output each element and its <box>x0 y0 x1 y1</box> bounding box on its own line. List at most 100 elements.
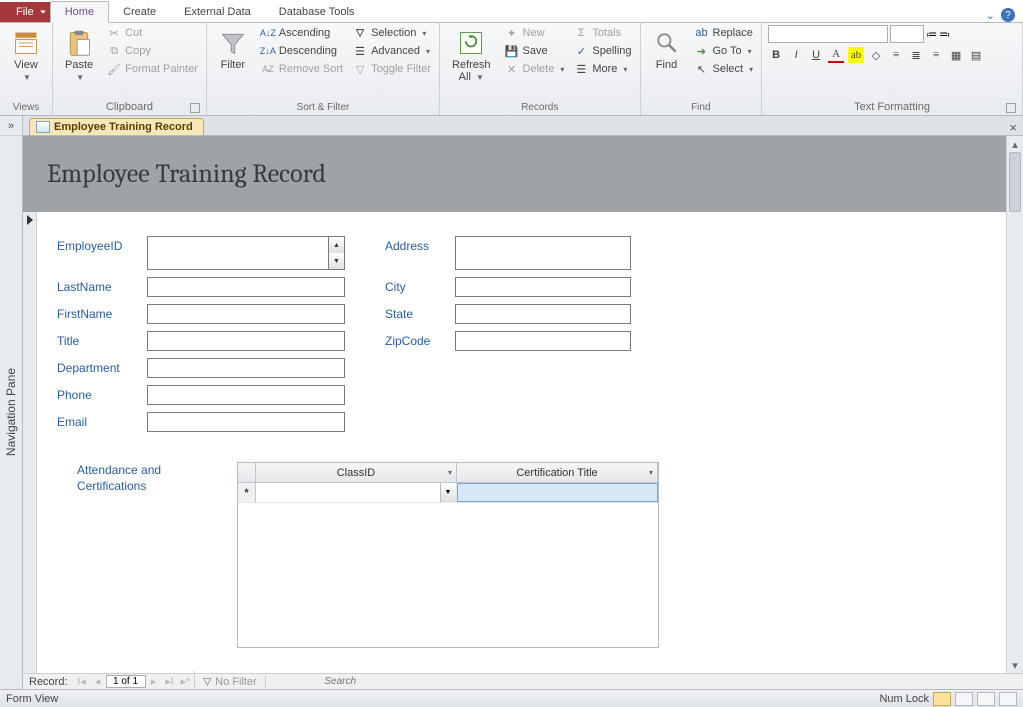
paste-button[interactable]: Paste▼ <box>59 25 99 88</box>
cut-button[interactable]: ✂Cut <box>105 25 200 41</box>
descending-button[interactable]: Z↓ADescending <box>259 43 345 59</box>
vertical-scrollbar[interactable]: ▴ ▾ <box>1006 136 1023 673</box>
zipcode-input[interactable] <box>455 331 631 351</box>
totals-button[interactable]: ΣTotals <box>572 25 633 41</box>
refresh-all-button[interactable]: Refresh All ▼ <box>446 25 497 88</box>
subform-col-classid[interactable]: ClassID▾ <box>256 463 457 482</box>
department-input[interactable] <box>147 358 345 378</box>
chevron-down-icon[interactable]: ▼ <box>440 483 456 502</box>
delete-record-button[interactable]: ✕Delete▾ <box>503 61 567 77</box>
align-left-button[interactable]: ≡ <box>888 47 904 63</box>
align-center-button[interactable]: ≣ <box>908 47 924 63</box>
remove-sort-button[interactable]: A̶ZRemove Sort <box>259 61 345 77</box>
remove-sort-icon: A̶Z <box>261 62 275 76</box>
view-icon <box>12 29 40 57</box>
state-input[interactable] <box>455 304 631 324</box>
select-button[interactable]: ↖Select▾ <box>693 61 756 77</box>
combo-down-icon[interactable]: ▼ <box>329 253 344 269</box>
italic-button[interactable]: I <box>788 47 804 63</box>
address-input[interactable] <box>455 236 631 270</box>
more-icon: ☰ <box>574 62 588 76</box>
bullets-icon[interactable]: ≔ <box>926 28 937 41</box>
refresh-icon <box>457 29 485 57</box>
toggle-filter-button[interactable]: ▽Toggle Filter <box>351 61 433 77</box>
combo-up-icon[interactable]: ▲ <box>329 237 344 253</box>
new-row-indicator[interactable]: * <box>238 483 256 502</box>
gridlines-button[interactable]: ▦ <box>948 47 964 63</box>
tab-file[interactable]: File <box>0 2 50 22</box>
alt-row-color-button[interactable]: ▤ <box>968 47 984 63</box>
bold-button[interactable]: B <box>768 47 784 63</box>
fill-color-button[interactable]: ◇ <box>868 47 884 63</box>
form-icon <box>36 121 50 133</box>
prev-record-button[interactable]: ◂ <box>90 675 106 688</box>
record-search-input[interactable] <box>265 675 415 689</box>
group-find: Find <box>647 100 756 115</box>
spelling-button[interactable]: ✓Spelling <box>572 43 633 59</box>
underline-button[interactable]: U <box>808 47 824 63</box>
help-icon[interactable]: ? <box>1001 8 1015 22</box>
scroll-down-icon[interactable]: ▾ <box>1007 657 1023 673</box>
firstname-input[interactable] <box>147 304 345 324</box>
find-button[interactable]: Find <box>647 25 687 75</box>
new-record-nav-button[interactable]: ▸* <box>178 675 194 688</box>
layout-view-button[interactable] <box>977 692 995 706</box>
view-button[interactable]: View▼ <box>6 25 46 88</box>
next-record-button[interactable]: ▸ <box>146 675 162 688</box>
last-record-button[interactable]: ▸I <box>162 675 178 688</box>
ascending-button[interactable]: A↓ZAscending <box>259 25 345 41</box>
lastname-input[interactable] <box>147 277 345 297</box>
font-name-input[interactable] <box>768 25 888 43</box>
employeeid-combo[interactable]: ▲▼ <box>147 236 345 270</box>
tab-database-tools[interactable]: Database Tools <box>265 2 369 22</box>
scroll-up-icon[interactable]: ▴ <box>1007 136 1023 152</box>
format-painter-button[interactable]: 🖌Format Painter <box>105 61 200 77</box>
status-view-mode: Form View <box>6 693 58 705</box>
new-record-button[interactable]: ✦New <box>503 25 567 41</box>
toggle-filter-icon: ▽ <box>353 62 367 76</box>
email-input[interactable] <box>147 412 345 432</box>
goto-button[interactable]: ➔Go To▾ <box>693 43 756 59</box>
first-record-button[interactable]: I◂ <box>74 675 90 688</box>
tab-home[interactable]: Home <box>50 1 109 23</box>
subform-classid-cell[interactable]: ▼ <box>256 483 457 502</box>
close-document-button[interactable]: × <box>1003 120 1023 135</box>
city-input[interactable] <box>455 277 631 297</box>
clipboard-dialog-launcher[interactable] <box>190 103 200 113</box>
document-tab-title: Employee Training Record <box>54 121 193 133</box>
subform-certtitle-cell[interactable] <box>457 483 659 502</box>
record-selector[interactable] <box>23 212 37 673</box>
more-button[interactable]: ☰More▾ <box>572 61 633 77</box>
record-position-input[interactable] <box>106 675 146 688</box>
subform-col-certtitle[interactable]: Certification Title▾ <box>457 463 658 482</box>
highlight-button[interactable]: ab <box>848 47 864 63</box>
save-record-button[interactable]: 💾Save <box>503 43 567 59</box>
design-view-button[interactable] <box>999 692 1017 706</box>
align-right-button[interactable]: ≡ <box>928 47 944 63</box>
scroll-thumb[interactable] <box>1009 152 1021 212</box>
label-email: Email <box>57 412 137 429</box>
copy-button[interactable]: ⧉Copy <box>105 43 200 59</box>
phone-input[interactable] <box>147 385 345 405</box>
subform-select-all[interactable] <box>238 463 256 482</box>
font-color-button[interactable]: A <box>828 47 844 63</box>
minimize-ribbon-icon[interactable]: ⌄ <box>986 9 995 22</box>
numbering-icon[interactable]: ≕ <box>939 28 950 41</box>
tab-create[interactable]: Create <box>109 2 170 22</box>
datasheet-view-button[interactable] <box>955 692 973 706</box>
font-size-input[interactable] <box>890 25 924 43</box>
textfmt-dialog-launcher[interactable] <box>1006 103 1016 113</box>
tab-external-data[interactable]: External Data <box>170 2 265 22</box>
advanced-button[interactable]: ☰Advanced▾ <box>351 43 433 59</box>
selection-button[interactable]: 🜄Selection▾ <box>351 25 433 41</box>
selection-icon: 🜄 <box>353 26 367 40</box>
filter-button[interactable]: Filter <box>213 25 253 75</box>
replace-button[interactable]: abReplace <box>693 25 756 41</box>
paste-icon <box>65 29 93 57</box>
form-view-button[interactable] <box>933 692 951 706</box>
document-tab[interactable]: Employee Training Record <box>29 118 204 135</box>
title-input[interactable] <box>147 331 345 351</box>
label-address: Address <box>385 236 445 253</box>
chevron-down-icon: ▾ <box>649 468 653 477</box>
expand-nav-pane-button[interactable]: » <box>0 116 22 136</box>
